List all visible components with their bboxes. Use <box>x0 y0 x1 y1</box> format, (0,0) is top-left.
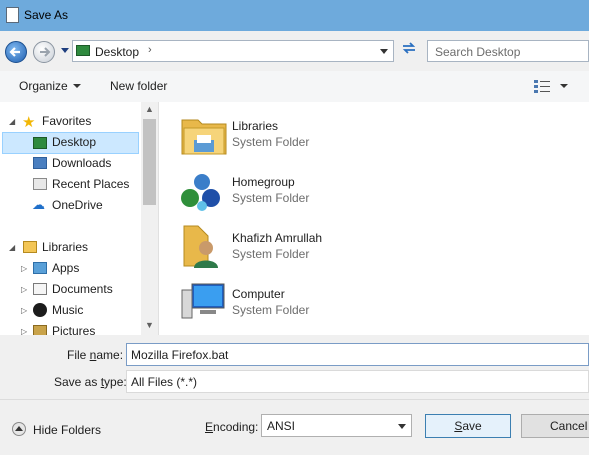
file-name-value[interactable]: Mozilla Firefox.bat <box>131 348 228 362</box>
organize-button[interactable]: Organize <box>19 79 68 93</box>
recent-places-icon <box>33 178 47 190</box>
music-icon <box>33 303 47 317</box>
recent-locations-dropdown[interactable] <box>61 48 69 53</box>
item-subtitle: System Folder <box>232 303 310 317</box>
forward-arrow-icon <box>40 47 51 57</box>
scroll-down-icon[interactable]: ▼ <box>145 320 154 330</box>
title-bar <box>0 0 589 31</box>
label-part: ype: <box>104 375 127 389</box>
item-title[interactable]: Homegroup <box>232 175 295 189</box>
libraries-icon <box>23 241 37 253</box>
window-title: Save As <box>24 8 69 22</box>
encoding-value[interactable]: ANSI <box>267 419 295 433</box>
chevron-up-icon <box>15 426 23 431</box>
scrollbar-thumb[interactable] <box>143 119 156 205</box>
item-title[interactable]: Computer <box>232 287 285 301</box>
nav-favorites[interactable]: Favorites <box>42 111 91 132</box>
nav-item-apps[interactable]: Apps <box>52 258 79 279</box>
item-subtitle: System Folder <box>232 247 310 261</box>
notepad-icon <box>6 7 19 23</box>
apps-icon <box>33 262 47 274</box>
command-bar <box>0 71 589 102</box>
back-arrow-icon <box>9 47 20 57</box>
nav-item-onedrive[interactable]: OneDrive <box>52 195 103 216</box>
item-title[interactable]: Libraries <box>232 119 278 133</box>
label-part: ame: <box>96 348 124 362</box>
label-access-key: E <box>205 420 214 434</box>
view-dropdown-icon[interactable] <box>560 84 568 88</box>
star-icon: ★ <box>22 114 36 131</box>
encoding-label: Encoding: <box>205 420 258 434</box>
desktop-icon <box>76 45 90 56</box>
nav-libraries[interactable]: Libraries <box>42 237 88 258</box>
save-as-type-label: Save as type: <box>54 375 127 389</box>
chevron-down-icon[interactable] <box>398 424 406 429</box>
search-placeholder: Search Desktop <box>435 45 521 59</box>
libraries-folder-icon[interactable] <box>180 112 227 156</box>
expand-apps-icon[interactable]: ▷ <box>21 264 27 273</box>
refresh-icon <box>402 42 416 54</box>
item-title[interactable]: Khafizh Amrullah <box>232 231 322 245</box>
save-as-type-value[interactable]: All Files (*.*) <box>131 375 197 389</box>
item-subtitle: System Folder <box>232 191 310 205</box>
label-part: Save as <box>54 375 101 389</box>
onedrive-cloud-icon: ☁ <box>32 197 45 212</box>
refresh-button[interactable] <box>398 40 420 62</box>
desktop-icon <box>33 137 47 149</box>
computer-icon[interactable] <box>180 282 225 326</box>
nav-item-documents[interactable]: Documents <box>52 279 113 300</box>
label-part: File <box>67 348 90 362</box>
new-folder-button[interactable]: New folder <box>110 79 167 93</box>
downloads-icon <box>33 157 47 169</box>
documents-icon <box>33 283 47 295</box>
expand-documents-icon[interactable]: ▷ <box>21 285 27 294</box>
forward-button[interactable] <box>33 41 55 63</box>
scroll-up-icon[interactable]: ▲ <box>145 104 154 114</box>
nav-item-downloads[interactable]: Downloads <box>52 153 111 174</box>
save-button[interactable]: Save <box>425 414 511 438</box>
file-name-label: File name: <box>67 348 123 362</box>
chevron-right-icon[interactable]: › <box>148 44 152 56</box>
address-location[interactable]: Desktop <box>95 45 139 59</box>
collapse-libraries-icon[interactable]: ◢ <box>9 243 15 252</box>
user-folder-icon[interactable] <box>180 222 224 268</box>
expand-music-icon[interactable]: ▷ <box>21 306 27 315</box>
cancel-button[interactable]: Cancel <box>521 414 589 438</box>
label-part: ncoding: <box>213 420 259 434</box>
address-dropdown-icon[interactable] <box>380 49 388 54</box>
view-options-icon[interactable] <box>534 79 550 93</box>
chevron-down-icon <box>73 84 81 88</box>
item-subtitle: System Folder <box>232 135 310 149</box>
nav-item-recent-places[interactable]: Recent Places <box>52 174 129 195</box>
homegroup-icon[interactable] <box>180 170 224 214</box>
collapse-favorites-icon[interactable]: ◢ <box>9 117 15 126</box>
separator <box>0 399 589 400</box>
hide-folders-button[interactable]: Hide Folders <box>33 423 101 437</box>
nav-item-desktop[interactable]: Desktop <box>52 132 96 153</box>
nav-item-music[interactable]: Music <box>52 300 83 321</box>
back-button[interactable] <box>5 41 27 63</box>
save-button-label: ave <box>462 419 482 433</box>
